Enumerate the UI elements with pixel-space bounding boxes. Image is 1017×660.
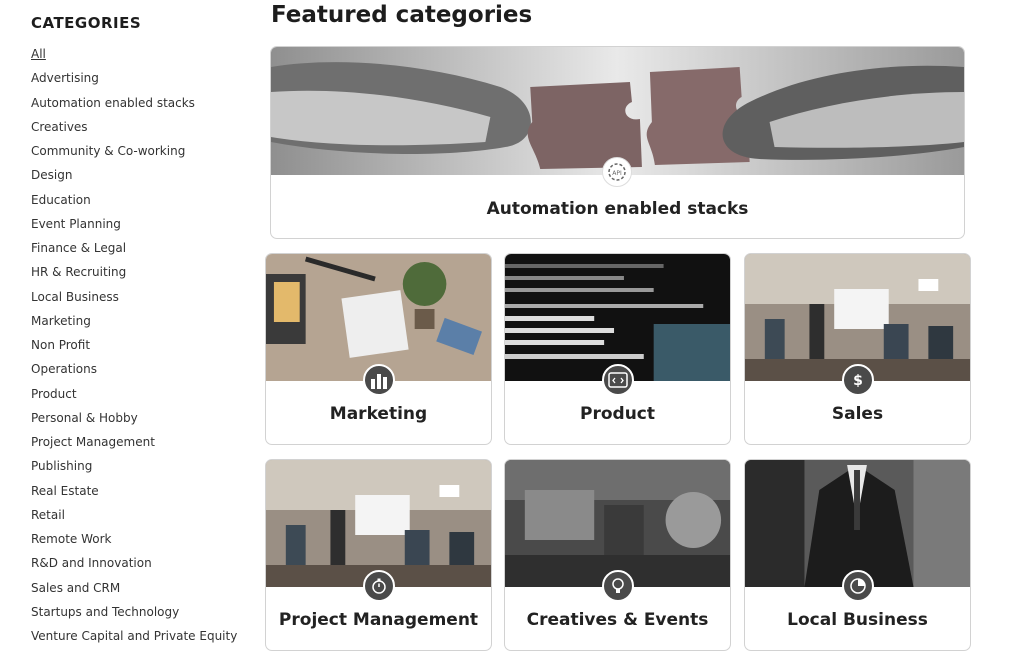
card-label: Automation enabled stacks xyxy=(486,199,749,219)
card-label: Project Management xyxy=(278,610,479,630)
featured-card-sales[interactable]: $ Sales xyxy=(744,253,971,445)
category-link-product[interactable]: Product xyxy=(31,382,251,406)
category-link-sales-crm[interactable]: Sales and CRM xyxy=(31,576,251,600)
category-list: All Advertising Automation enabled stack… xyxy=(31,42,251,648)
api-gear-icon: API xyxy=(602,157,632,187)
category-link-automation[interactable]: Automation enabled stacks xyxy=(31,91,251,115)
category-link-marketing[interactable]: Marketing xyxy=(31,309,251,333)
sales-meeting-image xyxy=(745,254,970,381)
marketing-desk-image xyxy=(266,254,491,381)
bar-chart-icon xyxy=(363,364,395,396)
sidebar-title: CATEGORIES xyxy=(31,14,142,32)
category-link-community[interactable]: Community & Co-working xyxy=(31,139,251,163)
dollar-icon: $ xyxy=(842,364,874,396)
pie-chart-icon xyxy=(842,570,874,602)
featured-card-marketing[interactable]: Marketing xyxy=(265,253,492,445)
card-label: Local Business xyxy=(787,610,928,630)
category-link-operations[interactable]: Operations xyxy=(31,357,251,381)
featured-card-automation[interactable]: API Automation enabled stacks xyxy=(270,46,965,239)
category-link-personal-hobby[interactable]: Personal & Hobby xyxy=(31,406,251,430)
category-link-hr-recruiting[interactable]: HR & Recruiting xyxy=(31,260,251,284)
category-link-local-business[interactable]: Local Business xyxy=(31,285,251,309)
category-link-remote-work[interactable]: Remote Work xyxy=(31,527,251,551)
code-window-icon xyxy=(602,364,634,396)
card-label: Product xyxy=(580,404,655,424)
category-sidebar: CATEGORIES All Advertising Automation en… xyxy=(31,14,251,648)
category-link-education[interactable]: Education xyxy=(31,188,251,212)
category-link-design[interactable]: Design xyxy=(31,163,251,187)
stopwatch-icon xyxy=(363,570,395,602)
project-meeting-image xyxy=(266,460,491,587)
category-link-publishing[interactable]: Publishing xyxy=(31,454,251,478)
svg-text:$: $ xyxy=(853,373,863,389)
category-link-startups-technology[interactable]: Startups and Technology xyxy=(31,600,251,624)
api-badge-text: API xyxy=(612,170,622,177)
card-label: Marketing xyxy=(329,404,428,424)
category-link-rnd-innovation[interactable]: R&D and Innovation xyxy=(31,551,251,575)
puzzle-hands-image xyxy=(271,47,964,175)
category-link-all[interactable]: All xyxy=(31,42,251,66)
card-label: Creatives & Events xyxy=(526,610,709,630)
category-link-finance-legal[interactable]: Finance & Legal xyxy=(31,236,251,260)
category-link-retail[interactable]: Retail xyxy=(31,503,251,527)
category-link-project-management[interactable]: Project Management xyxy=(31,430,251,454)
creative-space-image xyxy=(505,460,730,587)
businessman-image xyxy=(745,460,970,587)
page-title: Featured categories xyxy=(271,2,533,28)
featured-card-project-management[interactable]: Project Management xyxy=(265,459,492,651)
category-link-advertising[interactable]: Advertising xyxy=(31,66,251,90)
terminal-code-image xyxy=(505,254,730,381)
featured-card-product[interactable]: Product xyxy=(504,253,731,445)
card-label: Sales xyxy=(831,404,884,424)
category-link-real-estate[interactable]: Real Estate xyxy=(31,479,251,503)
featured-card-local-business[interactable]: Local Business xyxy=(744,459,971,651)
category-link-venture-capital[interactable]: Venture Capital and Private Equity xyxy=(31,624,251,648)
lightbulb-icon xyxy=(602,570,634,602)
category-link-event-planning[interactable]: Event Planning xyxy=(31,212,251,236)
category-link-creatives[interactable]: Creatives xyxy=(31,115,251,139)
category-link-non-profit[interactable]: Non Profit xyxy=(31,333,251,357)
featured-card-creatives-events[interactable]: Creatives & Events xyxy=(504,459,731,651)
